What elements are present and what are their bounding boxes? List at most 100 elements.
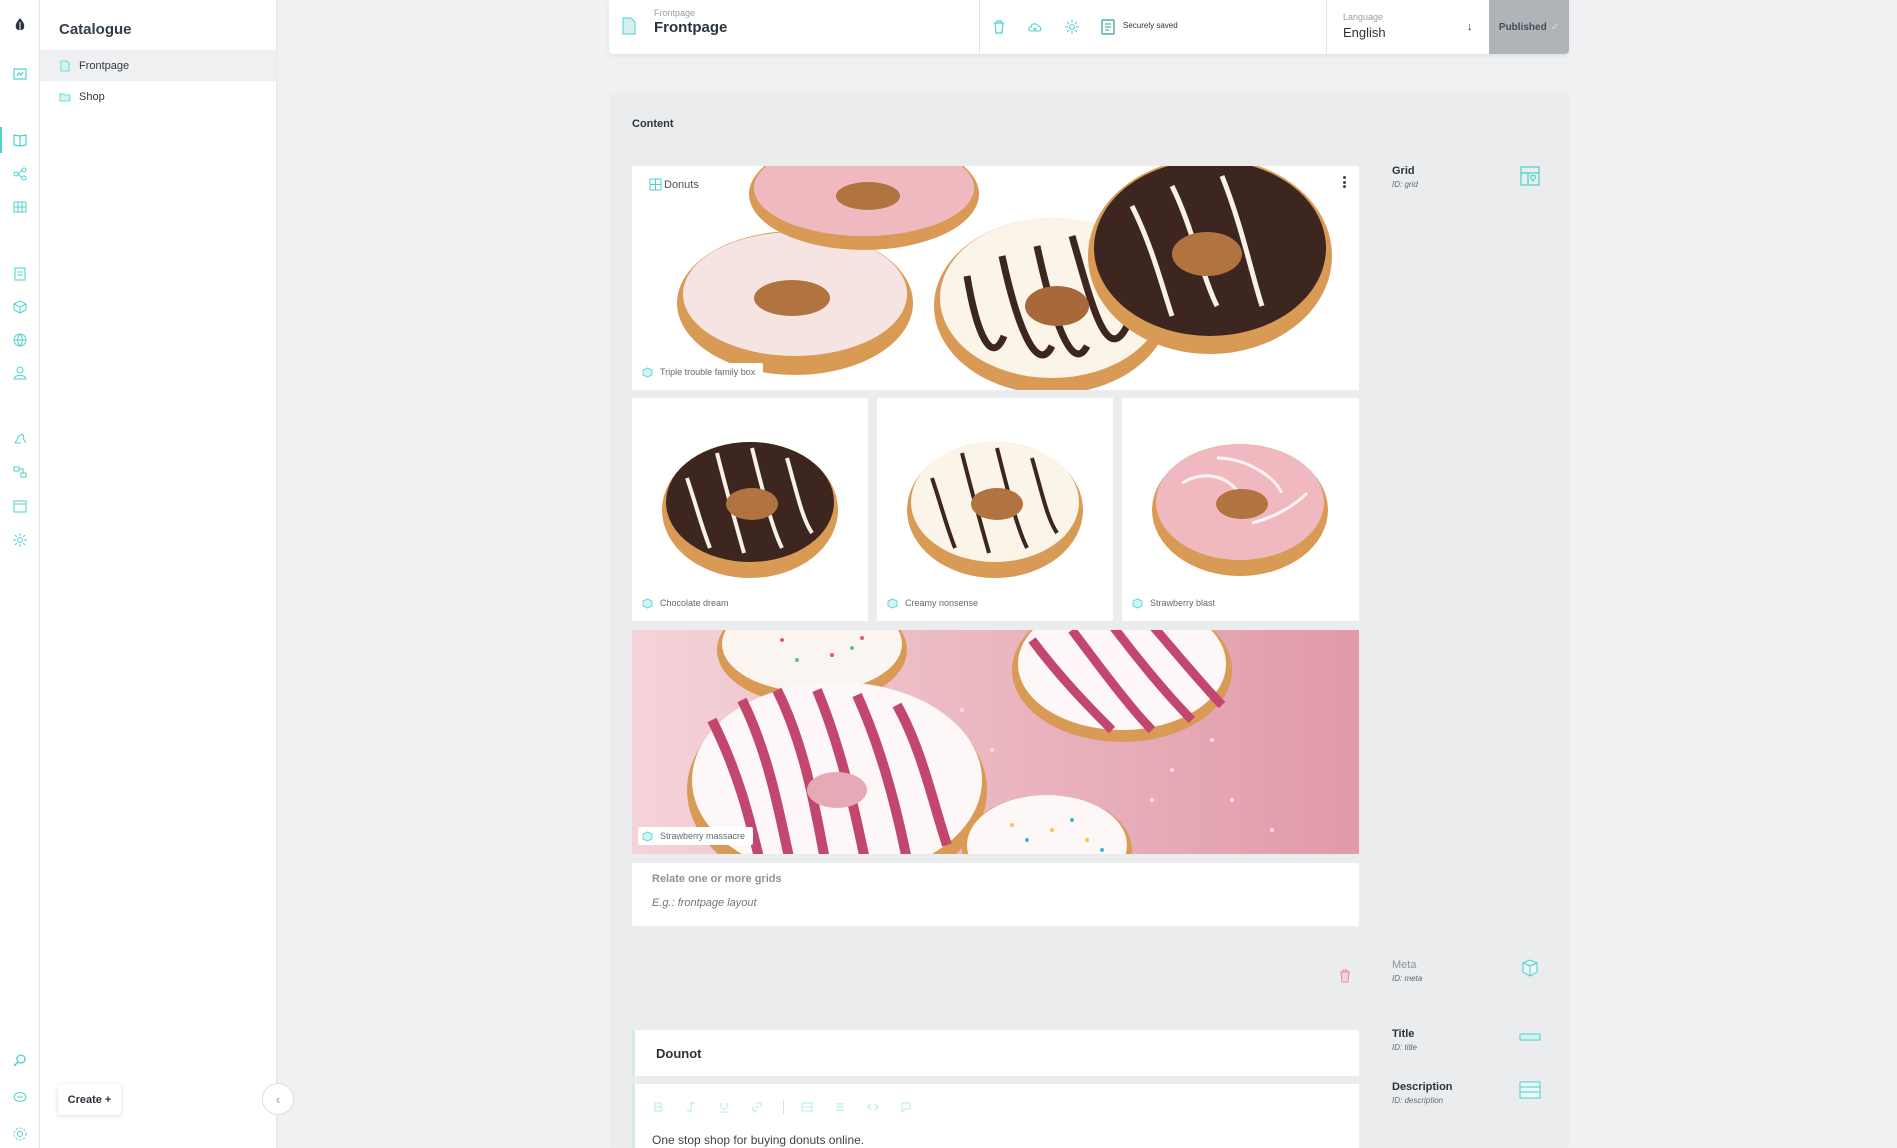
saved-document-icon — [1101, 19, 1115, 35]
topics-icon[interactable] — [9, 163, 31, 185]
heading-icon[interactable] — [800, 1101, 813, 1114]
logo-icon[interactable] — [9, 14, 31, 36]
content-heading: Content — [632, 118, 674, 130]
component-name: Description — [1392, 1081, 1453, 1093]
arrow-down-icon[interactable]: ↓ — [1467, 21, 1473, 33]
donut-image — [632, 630, 1359, 854]
underline-icon[interactable] — [717, 1101, 730, 1114]
component-name: Grid — [1392, 165, 1415, 177]
grid-name: Donuts — [649, 178, 699, 191]
folder-icon — [59, 93, 71, 101]
donut-image — [1122, 398, 1359, 621]
italic-icon[interactable] — [684, 1101, 697, 1114]
support-icon[interactable] — [9, 1086, 31, 1108]
cell-label: Strawberry massacre — [638, 827, 754, 845]
relate-grids-input[interactable] — [652, 897, 1302, 909]
product-icon — [887, 598, 898, 608]
divider — [1326, 0, 1327, 54]
collapse-panel-button[interactable]: ‹ — [262, 1083, 294, 1115]
rich-text-toolbar — [651, 1100, 932, 1114]
grids-icon[interactable] — [9, 196, 31, 218]
cell-label-text: Creamy nonsense — [905, 598, 979, 608]
cell-label-text: Strawberry massacre — [660, 831, 746, 841]
component-grid: Grid ID: grid — [1392, 165, 1540, 189]
component-id: ID: meta — [1392, 974, 1423, 983]
delete-button[interactable] — [989, 17, 1009, 37]
create-button[interactable]: Create + — [58, 1084, 121, 1115]
settings-icon[interactable] — [9, 529, 31, 551]
search-icon[interactable] — [9, 1049, 31, 1071]
donut-image — [877, 398, 1113, 621]
title-field[interactable]: Dounot — [632, 1030, 1359, 1076]
pipelines-icon[interactable] — [9, 461, 31, 483]
users-icon[interactable] — [9, 362, 31, 384]
quote-icon[interactable] — [899, 1101, 912, 1114]
list-icon[interactable] — [833, 1101, 846, 1114]
check-icon: ✓ — [1550, 21, 1560, 33]
code-icon[interactable] — [866, 1101, 879, 1114]
trash-icon — [994, 20, 1004, 34]
grid-name-label: Donuts — [664, 178, 699, 191]
publish-button[interactable]: Published ✓ — [1489, 0, 1569, 54]
component-id: ID: title — [1392, 1043, 1417, 1052]
trash-icon[interactable] — [1338, 968, 1352, 984]
tree-item-shop[interactable]: Shop — [40, 81, 276, 112]
cell-label: Chocolate dream — [638, 594, 737, 612]
content-panel: Content Donuts Triple trouble family box… — [609, 93, 1569, 1148]
cell-label: Triple trouble family box — [638, 363, 764, 381]
settings-button[interactable] — [1062, 17, 1082, 37]
versions-button[interactable] — [1098, 17, 1118, 37]
grid-cell[interactable]: Strawberry massacre — [632, 630, 1359, 854]
more-options-icon[interactable] — [1339, 174, 1349, 190]
webhooks-icon[interactable] — [9, 428, 31, 450]
calendar-icon[interactable] — [9, 495, 31, 517]
orders-icon[interactable] — [9, 263, 31, 285]
tree-item-frontpage[interactable]: Frontpage — [40, 50, 276, 81]
link-icon[interactable] — [750, 1101, 763, 1114]
component-name: Title — [1392, 1028, 1415, 1040]
cell-label-text: Strawberry blast — [1150, 598, 1216, 608]
grid-cell[interactable]: Donuts Triple trouble family box — [632, 166, 1359, 390]
grid-cell[interactable]: Strawberry blast — [1122, 398, 1359, 621]
catalogue-tree: Catalogue Frontpage Shop Create + ‹ — [40, 0, 294, 1148]
grid-component-icon — [1520, 166, 1540, 186]
product-icon — [1132, 598, 1143, 608]
tree-title: Catalogue — [59, 21, 132, 38]
donut-image — [632, 398, 868, 621]
description-editor[interactable]: One stop shop for buying donuts online. — [632, 1084, 1359, 1148]
bold-icon[interactable] — [651, 1101, 664, 1114]
grid-icon — [649, 178, 662, 191]
catalogue-icon[interactable] — [0, 127, 31, 153]
product-icon — [642, 831, 653, 841]
dashboard-icon[interactable] — [9, 63, 31, 85]
page-title: Frontpage — [654, 19, 728, 36]
relate-grids-title: Relate one or more grids — [652, 873, 782, 885]
title-component-icon — [1519, 1033, 1541, 1041]
gear-icon — [1065, 20, 1079, 34]
donut-image — [632, 166, 1359, 390]
cell-label: Strawberry blast — [1128, 594, 1224, 612]
shapes-icon[interactable] — [9, 296, 31, 318]
product-icon — [642, 367, 653, 377]
globe-icon[interactable] — [9, 329, 31, 351]
grid-cell[interactable]: Chocolate dream — [632, 398, 868, 621]
divider — [979, 0, 980, 54]
cell-label-text: Chocolate dream — [660, 598, 729, 608]
cell-label: Creamy nonsense — [883, 594, 987, 612]
component-title: Title ID: title — [1392, 1028, 1541, 1052]
document-icon — [622, 17, 636, 35]
product-icon — [642, 598, 653, 608]
description-text: One stop shop for buying donuts online. — [652, 1133, 865, 1147]
component-name: Meta — [1392, 959, 1417, 971]
language-select[interactable]: English — [1343, 25, 1386, 40]
meta-component-icon — [1522, 959, 1538, 977]
grid-cell[interactable]: Creamy nonsense — [877, 398, 1113, 621]
toolbar-divider — [783, 1100, 784, 1114]
tree-item-label: Shop — [79, 90, 105, 103]
save-status: Securely saved — [1123, 21, 1178, 30]
preview-button[interactable] — [1025, 17, 1045, 37]
icon-rail — [0, 0, 40, 1148]
tree-item-label: Frontpage — [79, 59, 130, 72]
profile-icon[interactable] — [9, 1123, 31, 1145]
cell-label-text: Triple trouble family box — [660, 367, 756, 377]
